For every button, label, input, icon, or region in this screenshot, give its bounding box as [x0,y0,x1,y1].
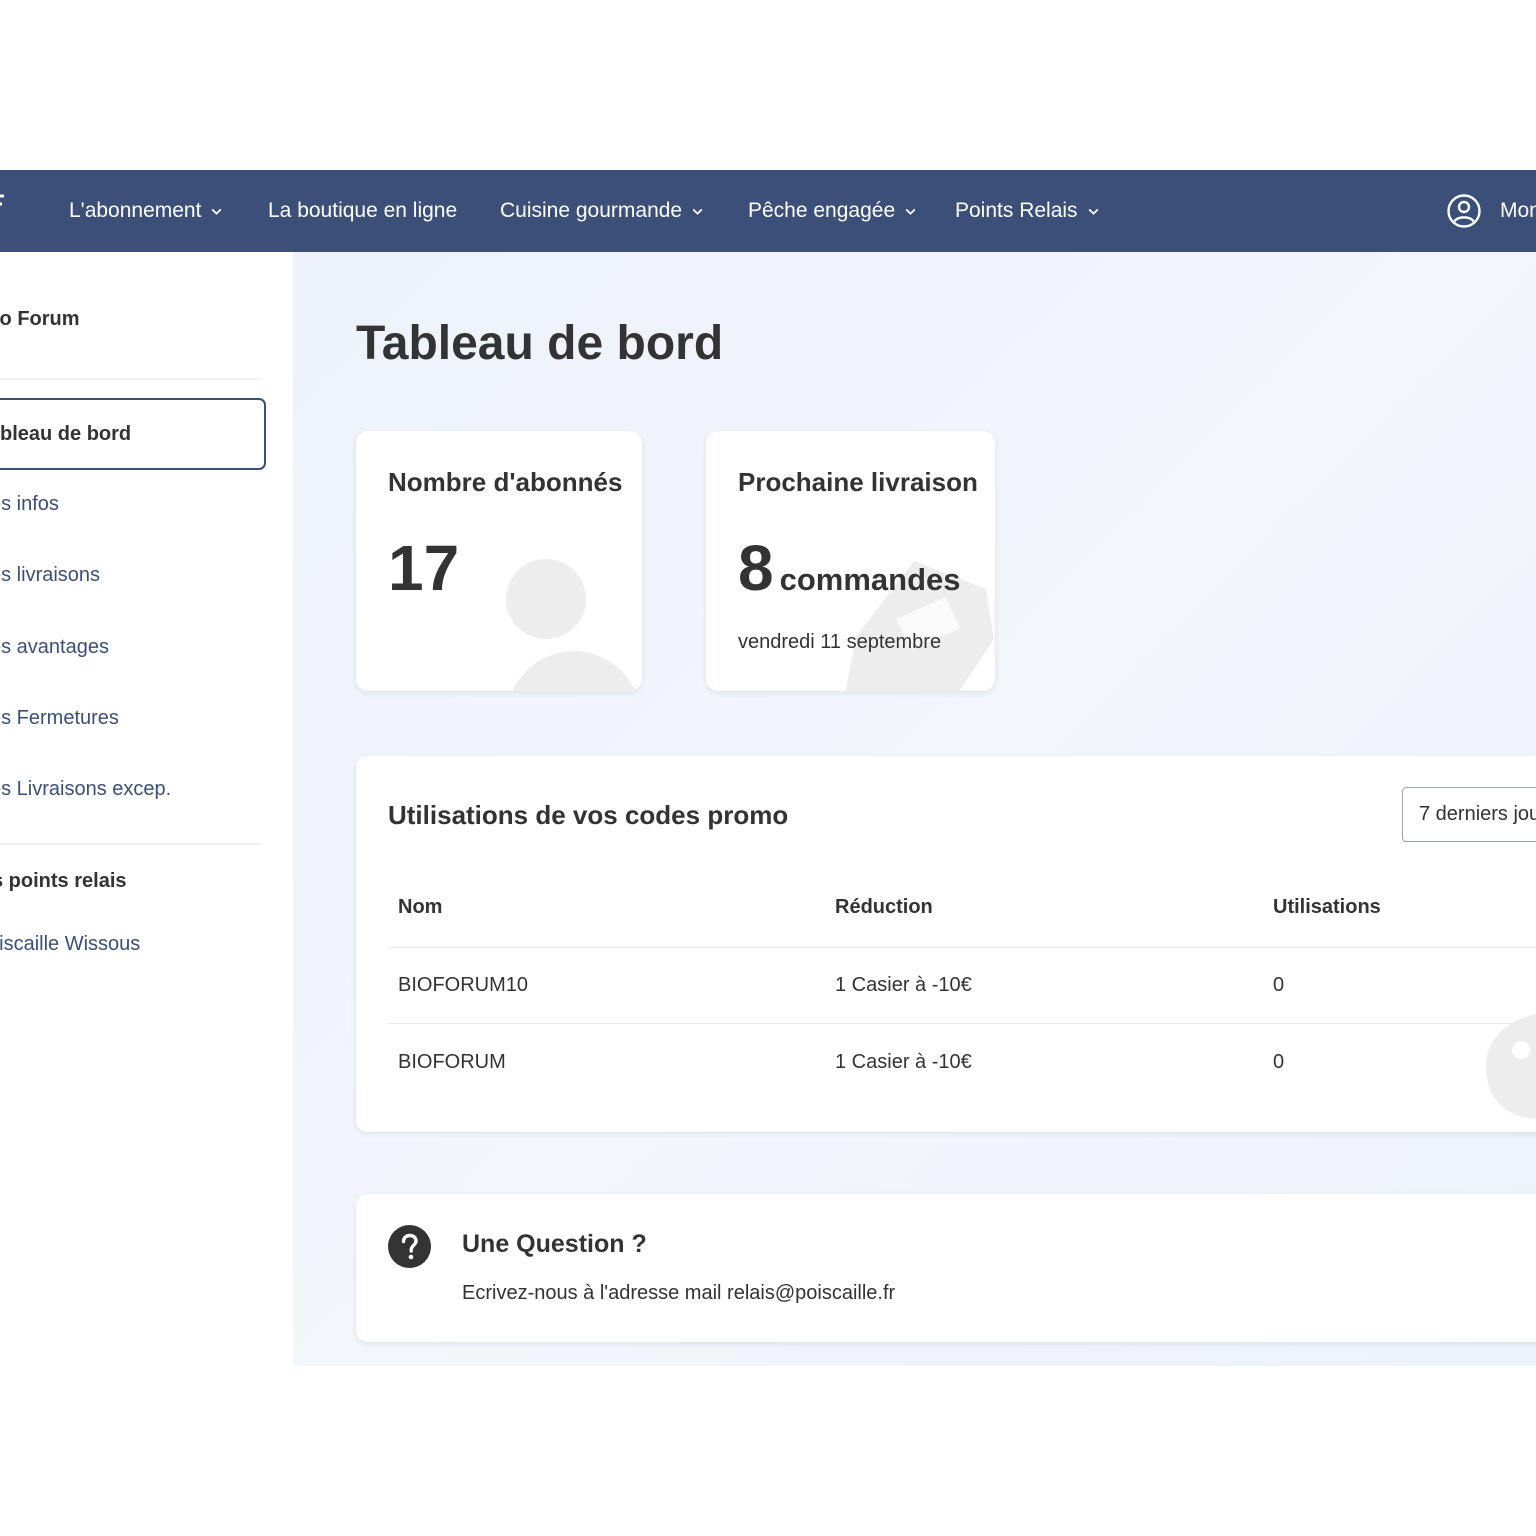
promo-table: Nom Réduction Utilisations BIOFORUM10 1 … [388,868,1536,1100]
nav-item-peche[interactable]: Pêche engagée [748,170,917,252]
question-card: Une Question ? Ecrivez-nous à l'adresse … [356,1194,1536,1342]
user-circle-icon [1447,194,1481,228]
column-header-utilisations: Utilisations [1273,896,1381,918]
delivery-orders-count: 8 commandes [738,531,961,605]
promo-code-name: BIOFORUM10 [398,974,529,996]
sidebar-item-livraisons-excep[interactable]: es Livraisons excep. [0,778,171,801]
next-delivery-card: Prochaine livraison 8 commandes vendredi … [706,431,995,691]
orders-unit: commandes [779,562,961,597]
card-title: Nombre d'abonnés [388,467,623,497]
sidebar-item-infos[interactable]: es infos [0,493,59,516]
promo-code-uses: 0 [1273,1050,1285,1073]
table-row: BIOFORUM10 1 Casier à -10€ 0 [388,948,1536,1024]
page-title: Tableau de bord [356,317,724,370]
chevron-down-icon [1088,208,1099,215]
column-header-reduction: Réduction [835,896,933,918]
sidebar-item-livraisons[interactable]: es livraisons [0,564,100,587]
orders-value: 8 [738,532,774,604]
column-header-nom: Nom [398,896,443,918]
sidebar-section-title: s points relais [0,870,127,892]
question-circle-icon [388,1225,431,1268]
delivery-date: vendredi 11 septembre [738,631,942,653]
sidebar-item-label: bleau de bord [0,422,132,445]
chevron-down-icon [212,208,222,215]
period-select[interactable]: 7 derniers jours [1402,787,1536,842]
promo-code-reduction: 1 Casier à -10€ [835,974,972,996]
question-text: Ecrivez-nous à l'adresse mail relais@poi… [462,1282,896,1304]
sidebar-item-avantages[interactable]: es avantages [0,636,109,659]
chevron-down-icon [692,208,703,215]
promo-code-reduction: 1 Casier à -10€ [835,1050,972,1073]
card-title: Prochaine livraison [738,467,978,497]
nav-item-abonnement[interactable]: L'abonnement [69,170,223,252]
person-icon [506,559,636,691]
account-label: Mon [1500,199,1536,222]
nav-item-label: Cuisine gourmande [500,199,683,222]
nav-item-points-relais[interactable]: Points Relais [955,170,1100,252]
nav-item-label: L'abonnement [69,199,202,222]
fish-icon [1486,1014,1536,1119]
top-navbar: L'abonnement La boutique en ligne Cuisin… [0,170,1536,252]
sidebar-item-relay-point[interactable]: oiscaille Wissous [0,933,140,956]
promo-code-name: BIOFORUM [398,1050,506,1073]
nav-item-label: La boutique en ligne [268,199,458,222]
table-row: BIOFORUM 1 Casier à -10€ 0 [388,1024,1536,1100]
nav-item-label: Pêche engagée [748,199,896,222]
sidebar-divider [0,378,261,380]
sidebar-item-tableau-de-bord[interactable]: bleau de bord [0,398,266,470]
question-title: Une Question ? [462,1230,647,1258]
promo-title: Utilisations de vos codes promo [388,800,789,830]
subscribers-count: 17 [388,532,460,604]
sidebar-divider [0,843,261,845]
nav-item-label: Points Relais [955,199,1078,222]
logo-icon[interactable] [0,192,8,222]
main-content: Tableau de bord Nombre d'abonnés 17 Proc… [293,252,1536,1366]
account-menu[interactable]: Mon [1446,170,1536,252]
chevron-down-icon [905,208,916,215]
nav-item-boutique[interactable]: La boutique en ligne [268,170,457,252]
nav-item-cuisine[interactable]: Cuisine gourmande [500,170,704,252]
table-header-row: Nom Réduction Utilisations [388,868,1536,948]
promo-codes-card: Utilisations de vos codes promo 7 dernie… [356,756,1536,1132]
sidebar: io Forum bleau de bord es infos es livra… [0,252,293,1366]
subscribers-card: Nombre d'abonnés 17 [356,431,642,691]
sidebar-item-fermetures[interactable]: es Fermetures [0,707,119,730]
promo-code-uses: 0 [1273,974,1285,996]
sidebar-title: io Forum [0,308,80,330]
